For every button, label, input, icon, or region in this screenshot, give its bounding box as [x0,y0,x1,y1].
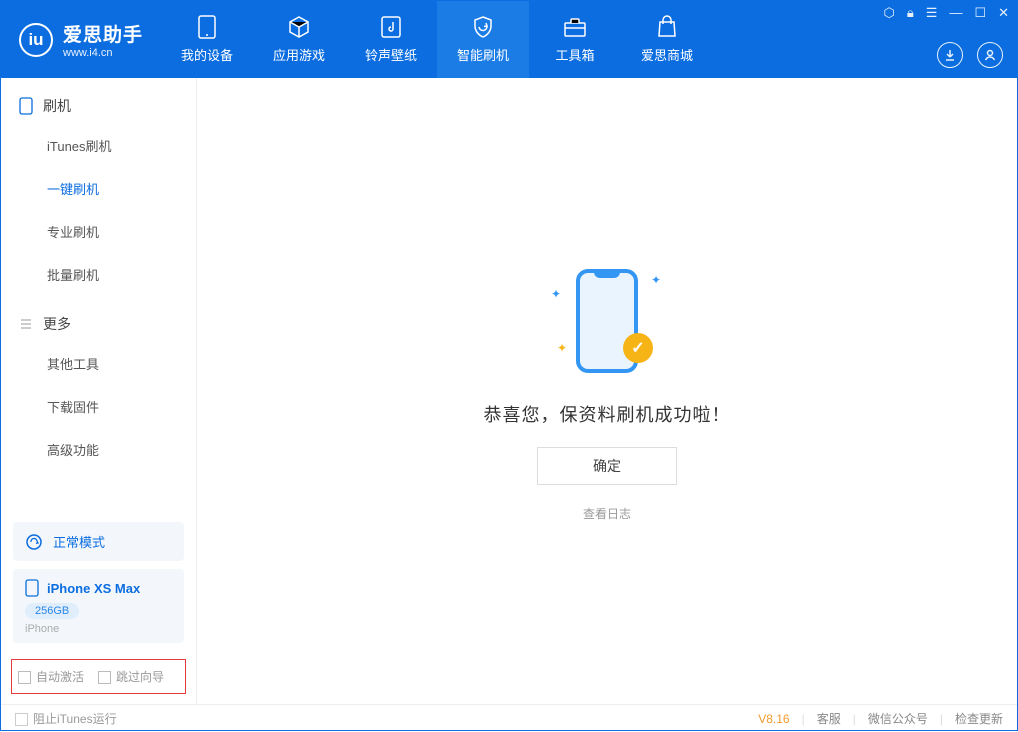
checkbox-block-itunes[interactable]: 阻止iTunes运行 [15,710,117,727]
checkbox-auto-activate[interactable]: 自动激活 [18,668,84,685]
tab-apps-games[interactable]: 应用游戏 [253,1,345,78]
view-log-link[interactable]: 查看日志 [583,505,631,522]
footer-link-support[interactable]: 客服 [817,710,841,727]
success-message: 恭喜您，保资料刷机成功啦！ [484,401,731,427]
check-badge-icon: ✓ [623,333,653,363]
music-file-icon [377,15,405,39]
device-mode-card[interactable]: 正常模式 [13,522,184,561]
device-storage-badge: 256GB [25,603,79,619]
highlighted-checkbox-group: 自动激活 跳过向导 [11,659,186,694]
tab-label: 工具箱 [556,45,595,64]
phone-outline-icon [19,97,33,115]
sidebar-item-batch-flash[interactable]: 批量刷机 [1,253,196,296]
tab-label: 我的设备 [181,45,233,64]
sparkle-icon: ✦ [651,273,661,287]
shield-refresh-icon [469,15,497,39]
phone-icon [193,15,221,39]
sidebar-section-label: 更多 [43,314,71,334]
tab-label: 铃声壁纸 [365,45,417,64]
tab-my-device[interactable]: 我的设备 [161,1,253,78]
device-phone-icon [25,579,39,597]
checkbox-label: 跳过向导 [116,670,164,684]
tab-label: 爱思商城 [641,45,693,64]
success-illustration: ✦ ✦ ✦ ✓ [547,261,667,381]
top-tabs: 我的设备 应用游戏 铃声壁纸 智能刷机 工具箱 爱思商城 [161,1,713,78]
tab-label: 应用游戏 [273,45,325,64]
user-icon[interactable] [977,42,1003,68]
checkbox-skip-guide[interactable]: 跳过向导 [98,668,164,685]
sparkle-icon: ✦ [557,341,567,355]
sidebar-item-itunes-flash[interactable]: iTunes刷机 [1,124,196,167]
main-content: ✦ ✦ ✦ ✓ 恭喜您，保资料刷机成功啦！ 确定 查看日志 [197,78,1017,704]
device-name: iPhone XS Max [47,581,140,596]
refresh-icon [25,533,43,551]
brand-logo-icon: iu [19,23,53,57]
sidebar: 刷机 iTunes刷机 一键刷机 专业刷机 批量刷机 更多 其他工具 下载固件 … [1,78,197,704]
ok-button[interactable]: 确定 [537,447,677,485]
cube-icon [285,15,313,39]
checkbox-label: 阻止iTunes运行 [33,712,117,726]
status-bar: 阻止iTunes运行 V8.16 | 客服 | 微信公众号 | 检查更新 [1,704,1017,732]
tab-label: 智能刷机 [457,45,509,64]
window-controls-top: ⬡ 🔒︎ ☰ — ☐ ✕ [884,5,1010,21]
sidebar-item-other-tools[interactable]: 其他工具 [1,342,196,385]
tab-smart-flash[interactable]: 智能刷机 [437,1,529,78]
footer-link-wechat[interactable]: 微信公众号 [868,710,928,727]
minimize-button[interactable]: — [949,5,962,21]
app-header: iu 爱思助手 www.i4.cn 我的设备 应用游戏 铃声壁纸 智能刷机 工具… [1,1,1017,78]
list-icon [19,317,33,331]
sidebar-item-download-firmware[interactable]: 下载固件 [1,385,196,428]
lock-icon[interactable]: 🔒︎ [907,5,914,21]
sidebar-item-oneclick-flash[interactable]: 一键刷机 [1,167,196,210]
brand-title: 爱思助手 [63,20,143,47]
tshirt-icon[interactable]: ⬡ [884,5,895,21]
brand: iu 爱思助手 www.i4.cn [1,1,161,78]
footer-link-update[interactable]: 检查更新 [955,710,1003,727]
tab-toolbox[interactable]: 工具箱 [529,1,621,78]
maximize-button[interactable]: ☐ [974,5,986,21]
menu-icon[interactable]: ☰ [926,5,938,21]
close-button[interactable]: ✕ [998,5,1009,21]
brand-subtitle: www.i4.cn [63,47,143,59]
tab-store[interactable]: 爱思商城 [621,1,713,78]
sidebar-section-flash: 刷机 [1,78,196,124]
sparkle-icon: ✦ [551,287,561,301]
device-mode-label: 正常模式 [53,532,105,551]
tab-ringtones-wallpapers[interactable]: 铃声壁纸 [345,1,437,78]
checkbox-label: 自动激活 [36,670,84,684]
device-type: iPhone [25,623,172,635]
header-right-icons [937,42,1003,68]
device-card[interactable]: iPhone XS Max 256GB iPhone [13,569,184,643]
sidebar-section-label: 刷机 [43,96,71,116]
sidebar-item-pro-flash[interactable]: 专业刷机 [1,210,196,253]
download-icon[interactable] [937,42,963,68]
toolbox-icon [561,15,589,39]
bag-icon [653,15,681,39]
version-label: V8.16 [758,712,789,726]
sidebar-item-advanced[interactable]: 高级功能 [1,428,196,471]
sidebar-section-more: 更多 [1,296,196,342]
